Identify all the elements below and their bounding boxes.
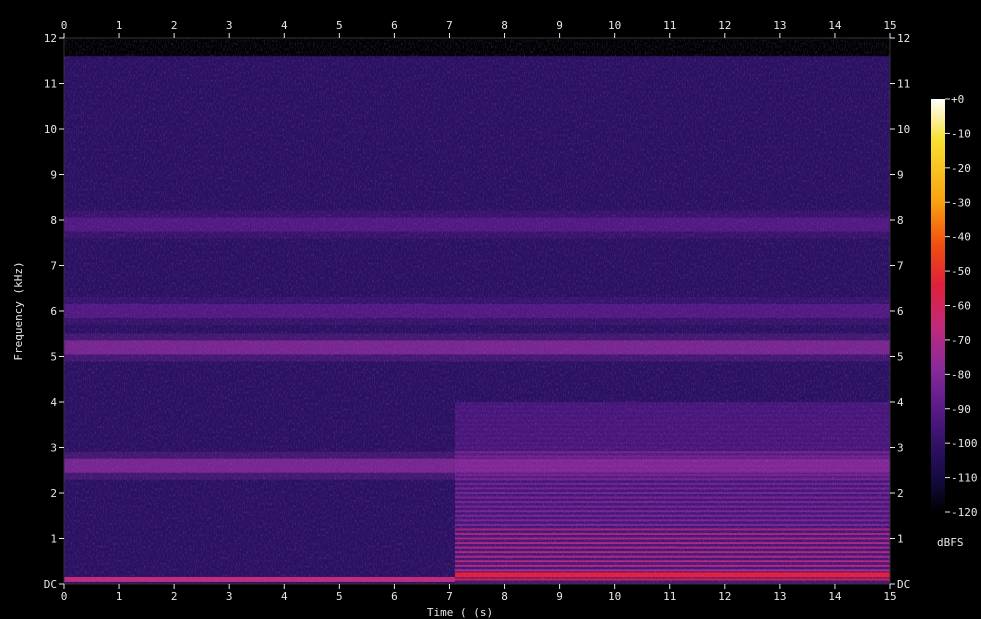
x-tick-label-bottom: 5	[336, 590, 343, 603]
spectrogram-chart: 0 1 2 3 4 5 6 7 8 9 10 11 12 13 14 15 0 1 2 3 4 5 6 7 8 9 10 11 12 1…	[12, 19, 978, 619]
y-tick-label-left: 10	[44, 123, 57, 136]
y-tick-label-left: 8	[50, 214, 57, 227]
y-tick-label-left: 2	[50, 487, 57, 500]
y-tick-label-left: 3	[50, 442, 57, 455]
colorbar-tick-label: -20	[951, 162, 971, 175]
x-tick-label-bottom: 11	[663, 590, 676, 603]
noise-texture	[64, 38, 890, 584]
y-tick-label-right: 7	[897, 260, 904, 273]
colorbar-tick-label: -10	[951, 127, 971, 140]
colorbar-tick-label: -40	[951, 231, 971, 244]
x-tick-label-bottom: 15	[883, 590, 896, 603]
colorbar-tick-label: +0	[951, 93, 964, 106]
colorbar-tick-label: -30	[951, 196, 971, 209]
y-tick-label-left: 1	[50, 533, 57, 546]
y-tick-label-left: 6	[50, 305, 57, 318]
colorbar-tick-label: -100	[951, 437, 978, 450]
colorbar	[931, 99, 945, 512]
y-axis-title: Frequency (kHz)	[12, 261, 25, 360]
y-tick-label-left: 7	[50, 260, 57, 273]
y-tick-label-right: 1	[897, 533, 904, 546]
x-tick-label-bottom: 4	[281, 590, 288, 603]
x-tick-label-top: 0	[61, 19, 68, 32]
colorbar-tick-label: -120	[951, 506, 978, 519]
x-tick-label-top: 1	[116, 19, 123, 32]
x-axis-bottom-ticks: 0 1 2 3 4 5 6 7 8 9 10 11 12 13 14 15	[61, 584, 897, 603]
x-tick-label-top: 6	[391, 19, 398, 32]
y-tick-label-right: 9	[897, 169, 904, 182]
x-tick-label-top: 9	[556, 19, 563, 32]
y-tick-label-right: 4	[897, 396, 904, 409]
x-tick-label-bottom: 9	[556, 590, 563, 603]
x-tick-label-bottom: 13	[773, 590, 786, 603]
colorbar-tick-label: -80	[951, 368, 971, 381]
y-tick-label-left: 5	[50, 351, 57, 364]
colorbar-tick-label: -60	[951, 300, 971, 313]
y-tick-label-right: DC	[897, 578, 910, 591]
x-tick-label-top: 5	[336, 19, 343, 32]
y-axis-left-ticks: DC123456789101112	[44, 32, 64, 591]
x-axis-title: Time ( (s)	[427, 606, 493, 619]
x-tick-label-top: 2	[171, 19, 178, 32]
y-tick-label-right: 5	[897, 351, 904, 364]
x-tick-label-top: 7	[446, 19, 453, 32]
x-tick-label-bottom: 14	[828, 590, 842, 603]
colorbar-tick-label: -70	[951, 334, 971, 347]
y-tick-label-right: 6	[897, 305, 904, 318]
x-tick-label-bottom: 3	[226, 590, 233, 603]
x-tick-label-bottom: 6	[391, 590, 398, 603]
y-tick-label-left: 9	[50, 169, 57, 182]
colorbar-ticks: +0 -10 -20 -30 -40 -50 -60 -70 -80 -90 -100 -110 -12…	[945, 93, 978, 519]
x-tick-label-top: 10	[608, 19, 621, 32]
x-tick-label-top: 15	[883, 19, 896, 32]
colorbar-tick-label: -110	[951, 472, 978, 485]
x-tick-label-bottom: 7	[446, 590, 453, 603]
x-axis-top-ticks: 0 1 2 3 4 5 6 7 8 9 10 11 12 13 14 15	[61, 19, 897, 38]
y-tick-label-right: 12	[897, 32, 910, 45]
colorbar-label: dBFS	[937, 536, 964, 549]
y-tick-label-left: 4	[50, 396, 57, 409]
colorbar-tick-label: -50	[951, 265, 971, 278]
x-tick-label-bottom: 10	[608, 590, 621, 603]
y-axis-right-ticks: DC123456789101112	[890, 32, 910, 591]
x-tick-label-top: 3	[226, 19, 233, 32]
y-tick-label-left: DC	[44, 578, 57, 591]
y-tick-label-right: 2	[897, 487, 904, 500]
x-tick-label-bottom: 1	[116, 590, 123, 603]
x-tick-label-top: 12	[718, 19, 731, 32]
x-tick-label-top: 14	[828, 19, 842, 32]
y-tick-label-right: 8	[897, 214, 904, 227]
y-tick-label-right: 3	[897, 442, 904, 455]
y-tick-label-left: 11	[44, 78, 57, 91]
y-tick-label-left: 12	[44, 32, 57, 45]
x-tick-label-top: 8	[501, 19, 508, 32]
x-tick-label-bottom: 0	[61, 590, 68, 603]
y-tick-label-right: 11	[897, 78, 910, 91]
colorbar-tick-label: -90	[951, 403, 971, 416]
x-tick-label-bottom: 8	[501, 590, 508, 603]
x-tick-label-top: 4	[281, 19, 288, 32]
x-tick-label-top: 11	[663, 19, 676, 32]
x-tick-label-bottom: 2	[171, 590, 178, 603]
x-tick-label-top: 13	[773, 19, 786, 32]
x-tick-label-bottom: 12	[718, 590, 731, 603]
y-tick-label-right: 10	[897, 123, 910, 136]
